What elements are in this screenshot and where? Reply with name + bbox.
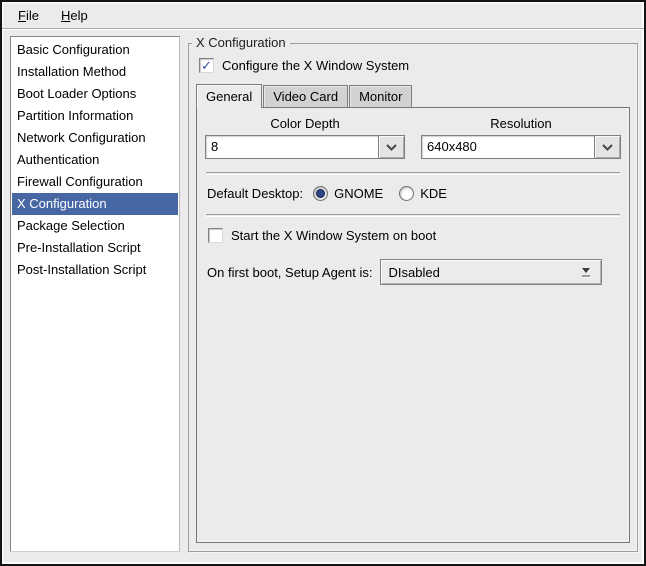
tab-strip: General Video Card Monitor	[196, 83, 630, 107]
start-x-on-boot-checkbox[interactable]: ✓ Start the X Window System on boot	[208, 228, 621, 243]
sidebar-item-installation-method[interactable]: Installation Method	[12, 61, 178, 83]
radio-button-icon	[313, 186, 328, 201]
configure-x-checkbox-label: Configure the X Window System	[222, 58, 409, 73]
chevron-down-icon	[602, 144, 613, 151]
sidebar-item-boot-loader-options[interactable]: Boot Loader Options	[12, 83, 178, 105]
radio-kde-label: KDE	[420, 186, 447, 201]
tab-video-card[interactable]: Video Card	[263, 85, 348, 107]
x-config-notebook: General Video Card Monitor Color Depth 8	[196, 83, 630, 543]
main-panel: X Configuration ✓ Configure the X Window…	[188, 36, 638, 552]
chevron-down-icon	[386, 144, 397, 151]
configure-x-checkbox[interactable]: ✓ Configure the X Window System	[199, 58, 630, 73]
resolution-label: Resolution	[421, 116, 621, 131]
resolution-combobox[interactable]: 640x480	[421, 135, 621, 159]
tab-general[interactable]: General	[196, 84, 262, 108]
color-depth-combobox[interactable]: 8	[205, 135, 405, 159]
radio-button-icon	[399, 186, 414, 201]
sidebar-item-network-configuration[interactable]: Network Configuration	[12, 127, 178, 149]
tab-monitor[interactable]: Monitor	[349, 85, 412, 107]
menu-help[interactable]: Help	[61, 8, 88, 23]
setup-agent-row: On first boot, Setup Agent is: DIsabled	[207, 259, 621, 285]
start-x-on-boot-label: Start the X Window System on boot	[231, 228, 436, 243]
menu-file[interactable]: File	[18, 8, 39, 23]
sidebar-item-basic-configuration[interactable]: Basic Configuration	[12, 39, 178, 61]
x-configuration-frame: X Configuration ✓ Configure the X Window…	[188, 43, 638, 552]
color-depth-dropdown-button[interactable]	[378, 135, 405, 159]
dropdown-arrow-icon	[575, 268, 601, 277]
frame-title: X Configuration	[192, 35, 290, 50]
depth-resolution-row: Color Depth 8 Resolution	[205, 116, 621, 159]
sidebar-item-post-installation-script[interactable]: Post-Installation Script	[12, 259, 178, 281]
content-area: Basic Configuration Installation Method …	[2, 29, 644, 564]
sidebar-item-firewall-configuration[interactable]: Firewall Configuration	[12, 171, 178, 193]
sidebar-item-partition-information[interactable]: Partition Information	[12, 105, 178, 127]
resolution-value[interactable]: 640x480	[421, 135, 594, 159]
checkmark-icon: ✓	[201, 59, 212, 72]
app-window: File Help Basic Configuration Installati…	[0, 0, 646, 566]
menubar: File Help	[2, 2, 644, 29]
sidebar-item-authentication[interactable]: Authentication	[12, 149, 178, 171]
default-desktop-row: Default Desktop: GNOME KDE	[207, 186, 621, 201]
setup-agent-label: On first boot, Setup Agent is:	[207, 265, 372, 280]
radio-gnome-label: GNOME	[334, 186, 383, 201]
default-desktop-label: Default Desktop:	[207, 186, 303, 201]
resolution-group: Resolution 640x480	[421, 116, 621, 159]
sidebar-item-package-selection[interactable]: Package Selection	[12, 215, 178, 237]
separator	[206, 172, 620, 174]
radio-kde[interactable]: KDE	[399, 186, 447, 201]
color-depth-label: Color Depth	[205, 116, 405, 131]
color-depth-value[interactable]: 8	[205, 135, 378, 159]
color-depth-group: Color Depth 8	[205, 116, 405, 159]
sidebar-item-pre-installation-script[interactable]: Pre-Installation Script	[12, 237, 178, 259]
checkbox-box-icon: ✓	[199, 58, 214, 73]
setup-agent-value: DIsabled	[388, 265, 575, 280]
sidebar-item-x-configuration[interactable]: X Configuration	[12, 193, 178, 215]
general-tab-panel: Color Depth 8 Resolution	[196, 107, 630, 543]
checkbox-box-icon: ✓	[208, 228, 223, 243]
radio-gnome[interactable]: GNOME	[313, 186, 383, 201]
separator	[206, 214, 620, 216]
setup-agent-dropdown[interactable]: DIsabled	[380, 259, 602, 285]
sidebar-category-list: Basic Configuration Installation Method …	[10, 36, 180, 552]
resolution-dropdown-button[interactable]	[594, 135, 621, 159]
